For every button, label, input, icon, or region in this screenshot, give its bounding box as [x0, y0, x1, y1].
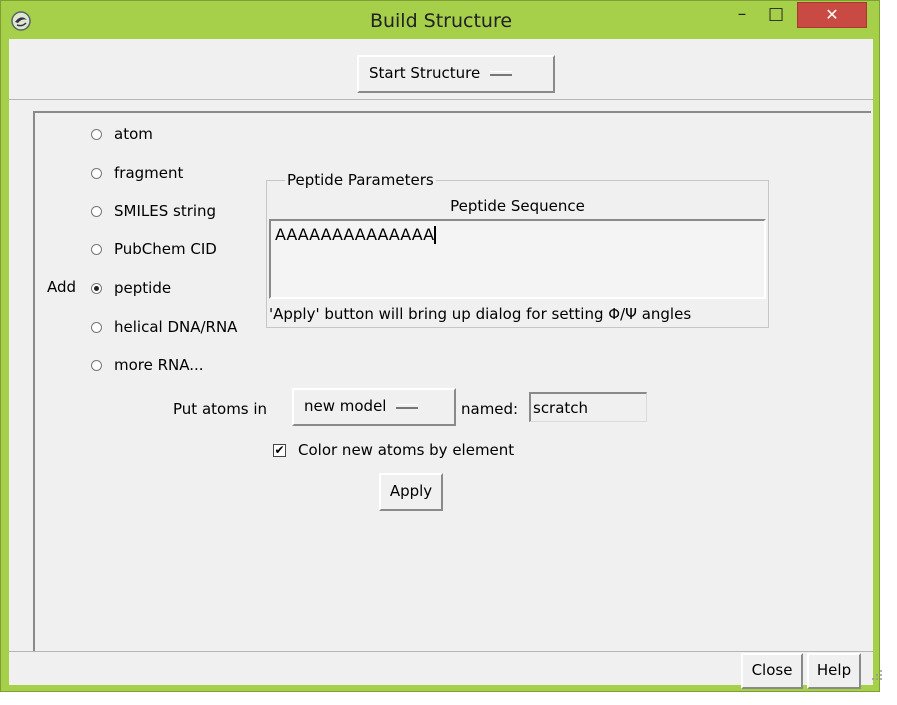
- peptide-sequence-value: AAAAAAAAAAAAAA: [275, 225, 435, 244]
- radio-button-icon: [91, 168, 102, 179]
- dialog-body: Start Structure Add atom fragment SMILES…: [9, 39, 882, 689]
- radio-label: peptide: [114, 279, 172, 297]
- top-toolbar: Start Structure: [9, 39, 873, 100]
- peptide-parameters-group: Peptide Parameters Peptide Sequence AAAA…: [266, 170, 769, 328]
- peptide-parameters-legend: Peptide Parameters: [285, 170, 436, 190]
- help-button[interactable]: Help: [807, 653, 861, 689]
- radio-label: atom: [114, 125, 153, 143]
- build-structure-window: Build Structure – □ ✕ Start Structure Ad…: [0, 0, 882, 692]
- radio-button-selected-icon: [91, 283, 102, 294]
- radio-label: SMILES string: [114, 202, 217, 220]
- radio-helical-dna-rna[interactable]: helical DNA/RNA: [91, 315, 237, 339]
- checkbox-checked-icon: ✔: [273, 443, 286, 457]
- radio-button-icon: [91, 244, 102, 255]
- named-label: named:: [461, 400, 519, 418]
- model-name-input[interactable]: [529, 392, 647, 422]
- radio-label: PubChem CID: [114, 240, 217, 258]
- radio-button-icon: [91, 206, 102, 217]
- minimize-button[interactable]: –: [725, 2, 759, 28]
- maximize-button[interactable]: □: [759, 2, 793, 28]
- phi-psi-hint: 'Apply' button will bring up dialog for …: [269, 305, 692, 323]
- peptide-sequence-label: Peptide Sequence: [450, 197, 585, 215]
- window-close-button[interactable]: ✕: [797, 2, 867, 28]
- color-by-element-label: Color new atoms by element: [298, 441, 515, 459]
- radio-smiles-string[interactable]: SMILES string: [91, 199, 216, 223]
- radio-peptide[interactable]: peptide: [91, 276, 171, 300]
- peptide-sequence-textarea[interactable]: AAAAAAAAAAAAAA: [269, 219, 766, 299]
- radio-button-icon: [91, 360, 102, 371]
- start-structure-menu-button[interactable]: Start Structure: [357, 55, 555, 93]
- menu-indicator-icon: [396, 404, 419, 409]
- resize-grip-icon[interactable]: [871, 669, 883, 681]
- put-atoms-label: Put atoms in: [173, 400, 268, 418]
- text-cursor: [434, 226, 437, 244]
- apply-button[interactable]: Apply: [379, 473, 443, 511]
- radio-pubchem-cid[interactable]: PubChem CID: [91, 237, 217, 261]
- start-structure-label: Start Structure: [369, 64, 481, 82]
- radio-button-icon: [91, 322, 102, 333]
- add-label: Add: [47, 278, 77, 296]
- radio-button-icon: [91, 129, 102, 140]
- model-select-menu-button[interactable]: new model: [292, 388, 456, 426]
- radio-atom[interactable]: atom: [91, 122, 153, 146]
- title-bar[interactable]: Build Structure – □ ✕: [1, 1, 881, 39]
- radio-more-rna[interactable]: more RNA...: [91, 353, 204, 377]
- radio-fragment[interactable]: fragment: [91, 161, 183, 185]
- radio-label: fragment: [114, 164, 184, 182]
- close-button[interactable]: Close: [741, 653, 803, 689]
- radio-label: helical DNA/RNA: [114, 318, 238, 336]
- radio-label: more RNA...: [114, 356, 204, 374]
- menu-indicator-icon: [490, 71, 513, 76]
- model-select-value: new model: [304, 397, 387, 415]
- color-by-element-checkbox-row[interactable]: ✔ Color new atoms by element: [273, 438, 514, 462]
